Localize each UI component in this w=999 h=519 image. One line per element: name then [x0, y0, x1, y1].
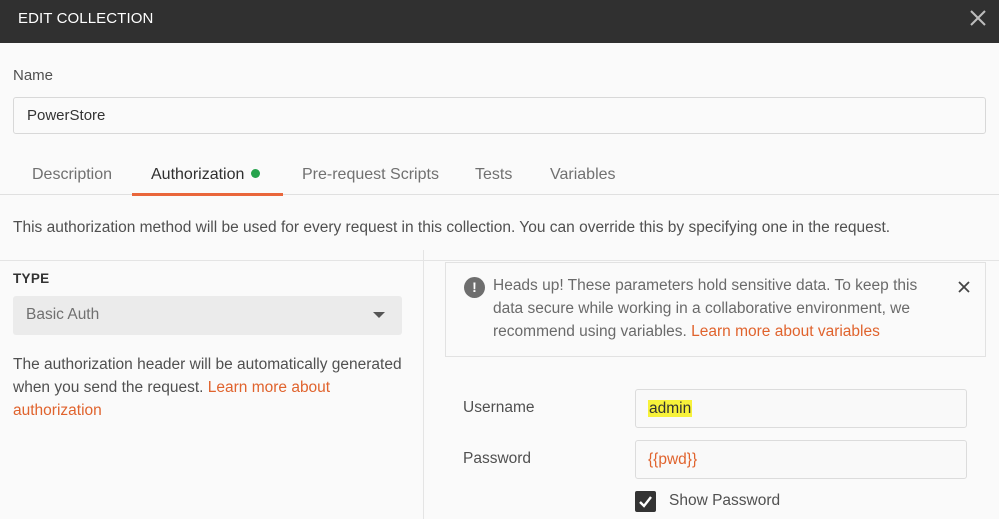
auth-type-select[interactable]: Basic Auth: [13, 296, 402, 335]
password-label: Password: [463, 450, 532, 467]
active-status-dot: [251, 169, 261, 178]
tab-authorization[interactable]: Authorization: [132, 158, 283, 196]
tab-tests[interactable]: Tests: [475, 158, 512, 195]
username-label: Username: [463, 399, 535, 416]
sensitive-data-alert: ! Heads up! These parameters hold sensit…: [445, 262, 986, 357]
tab-pre-request-scripts-label: Pre-request Scripts: [302, 166, 439, 183]
auth-type-value: Basic Auth: [26, 306, 100, 323]
close-icon[interactable]: [967, 7, 989, 29]
authorization-info-text: This authorization method will be used f…: [13, 219, 891, 236]
show-password-label[interactable]: Show Password: [669, 492, 780, 510]
password-value: {{pwd}}: [648, 451, 698, 468]
username-value: admin: [648, 400, 693, 417]
learn-more-variables-link[interactable]: Learn more about variables: [691, 323, 880, 340]
section-divider: [0, 260, 999, 261]
exclamation-icon: !: [464, 277, 485, 298]
tab-variables-label: Variables: [550, 166, 616, 183]
tab-authorization-label: Authorization: [151, 166, 245, 183]
show-password-checkbox[interactable]: [635, 491, 656, 512]
alert-close-icon[interactable]: [956, 279, 972, 295]
username-input[interactable]: admin: [635, 389, 967, 428]
name-label: Name: [13, 67, 54, 84]
tab-description[interactable]: Description: [32, 158, 112, 195]
tab-tests-label: Tests: [475, 166, 513, 183]
tab-variables[interactable]: Variables: [550, 158, 616, 195]
password-input[interactable]: {{pwd}}: [635, 440, 967, 479]
type-label: TYPE: [13, 271, 50, 286]
tab-bar: Description Authorization Pre-request Sc…: [0, 158, 999, 196]
column-divider: [423, 250, 424, 519]
alert-message: Heads up! These parameters hold sensitiv…: [493, 274, 948, 343]
checkmark-icon: [639, 496, 652, 508]
collection-name-input[interactable]: [13, 97, 986, 134]
dialog-title: EDIT COLLECTION: [18, 10, 154, 27]
tab-description-label: Description: [32, 166, 113, 183]
auth-description: The authorization header will be automat…: [13, 353, 413, 422]
dialog-titlebar: EDIT COLLECTION: [0, 0, 999, 43]
tab-pre-request-scripts[interactable]: Pre-request Scripts: [302, 158, 439, 195]
chevron-down-icon: [373, 312, 385, 318]
